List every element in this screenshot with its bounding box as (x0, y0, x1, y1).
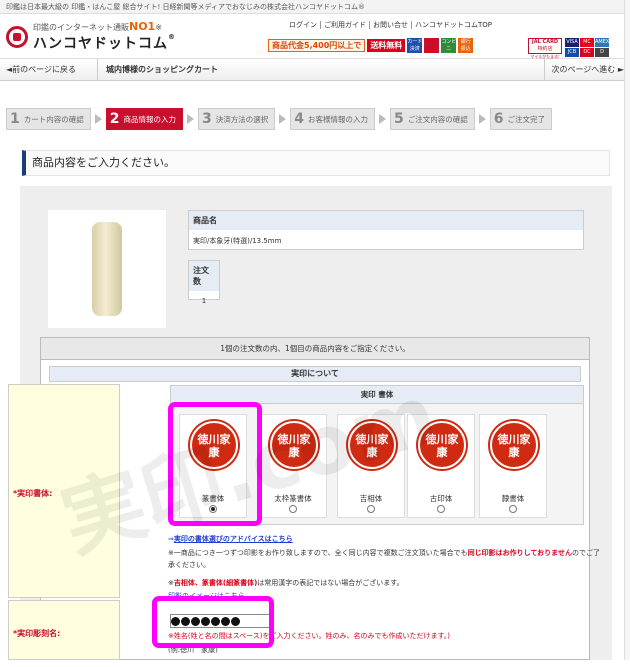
step-4: 4 お客様情報の入力 (290, 108, 375, 130)
font-advice-link[interactable]: 実印の書体選びのアドバイスはこちら (174, 535, 293, 543)
jal-card-badge: JAL CARD 特約店 マイルがたまる! (528, 38, 562, 59)
amex-icon: AMEX (595, 38, 610, 47)
visa-icon: VISA (565, 38, 579, 47)
seal-preview-icon: 徳川家康 (418, 421, 466, 469)
font-option-label: 古印体 (429, 494, 453, 503)
cart-title: 城内博様のショッピングカート (97, 59, 218, 81)
advice-row: ⇒実印の書体選びのアドバイスはこちら (168, 533, 293, 545)
step-arrow-icon (94, 114, 102, 124)
seal-preview-icon: 徳川家康 (270, 421, 318, 469)
step-arrow-icon (279, 114, 287, 124)
seal-preview-icon: 徳川家康 (348, 421, 396, 469)
next-link[interactable]: 次のページへ進む ► (544, 59, 624, 81)
logo-name: ハンコヤドットコム® (33, 33, 176, 52)
step-6: 6 ご注文完了 (489, 108, 552, 130)
note-one: ※一商品につき一つずつ印影をお作り致しますので、全く同じ内容で複数ご注文頂いた場… (168, 549, 600, 569)
font-option-futowaku[interactable]: 徳川家康 太枠篆書体 (259, 414, 327, 518)
card-brands: VISA MC AMEX JCB DC D (565, 38, 609, 57)
contact-link[interactable]: お問い合せ (369, 21, 411, 29)
page-heading: 商品内容をご入力ください。 (22, 150, 610, 176)
guide-link[interactable]: ご利用ガイド (320, 21, 369, 29)
font-label: *実印書体: (8, 384, 120, 598)
product-name-table: 商品名 実印/本象牙(特選)/13.5mm (188, 210, 584, 250)
step-arrow-icon (187, 114, 194, 124)
scrollbar[interactable] (624, 0, 630, 660)
back-link[interactable]: ◄前のページに戻る (6, 59, 76, 81)
promo-threshold: 商品代金5,400円以上で (268, 39, 366, 52)
font-radio[interactable] (437, 505, 445, 513)
font-option-kissou[interactable]: 徳川家康 吉相体 (337, 414, 405, 518)
site-header: 印鑑のインターネット通販NO1※ ハンコヤドットコム® ログイン ご利用ガイド お問… (0, 14, 630, 59)
step-5: 5 ご注文内容の確認 (390, 108, 475, 130)
logo-seal-icon (6, 25, 28, 48)
card-payment-icon: カード 決済 (407, 38, 423, 53)
name-label: *実印彫刻名: (8, 600, 120, 660)
top-link[interactable]: ハンコヤドットコムTOP (411, 21, 496, 29)
input-highlight (152, 596, 274, 648)
font-option-label: 太枠篆書体 (274, 494, 312, 503)
jcb-icon: JCB (565, 48, 579, 57)
step-arrow-icon (379, 114, 386, 124)
quantity-table: 注文数 1 (188, 260, 220, 305)
diners-icon: D (595, 48, 609, 57)
font-option-koin[interactable]: 徳川家康 古印体 (407, 414, 475, 518)
promo-area: 商品代金5,400円以上で 送料無料 カード 決済 代金 引換 コンビニ 決済 銀行振… (268, 38, 474, 59)
seal-preview-icon: 徳川家康 (490, 421, 538, 469)
selection-highlight (168, 402, 262, 526)
section-title: 実印について (49, 366, 581, 382)
site-top-strip: 印鑑は日本最大級の 印鑑・はんこ屋 総合サイト! 日経新聞等メディアでおなじみの… (0, 0, 630, 14)
font-radio[interactable] (509, 505, 517, 513)
mastercard-icon: MC (580, 38, 594, 47)
checkout-steps: 1 カート内容の確認 2 商品情報の入力 3 決済方法の選択 4 お客様情報の入力 5ご… (6, 108, 552, 130)
convenience-payment-icon: コンビニ 決済 (441, 38, 457, 59)
hanko-stamp-icon (92, 222, 122, 316)
site-logo[interactable]: 印鑑のインターネット通販NO1※ ハンコヤドットコム® (6, 20, 176, 53)
form-caption: 1個の注文数の内、1個目の商品内容をご指定ください。 (41, 338, 589, 360)
step-2: 2 商品情報の入力 (105, 108, 183, 130)
font-option-reisho[interactable]: 徳川家康 隷書体 (479, 414, 547, 518)
font-option-label: 隷書体 (501, 494, 525, 503)
cod-payment-icon: 代金 引換 (424, 38, 440, 53)
font-radio[interactable] (289, 505, 297, 513)
product-name-value: 実印/本象牙(特選)/13.5mm (193, 237, 282, 245)
step-3: 3 決済方法の選択 (198, 108, 276, 130)
login-link[interactable]: ログイン (286, 21, 320, 29)
cart-nav-bar: ◄前のページに戻る 城内博様のショッピングカート 次のページへ進む ► (0, 59, 630, 81)
quantity-value: 1 (201, 297, 207, 305)
step-arrow-icon (478, 114, 486, 124)
note-two: ※吉相体、篆書体(細篆書体)は常用漢字の表記ではない場合がございます。 (168, 579, 404, 587)
logo-tagline: 印鑑のインターネット通販NO1※ (33, 20, 162, 33)
product-name-label: 商品名 (189, 211, 583, 230)
free-shipping-badge: 送料無料 (367, 39, 406, 52)
product-image (48, 210, 166, 328)
bank-payment-icon: 銀行 振込 (458, 38, 474, 53)
quantity-label: 注文数 (189, 261, 219, 291)
header-links: ログイン ご利用ガイド お問い合せ ハンコヤドットコムTOP (286, 20, 496, 30)
top-strip-text: 印鑑は日本最大級の 印鑑・はんこ屋 総合サイト! 日経新聞等メディアでおなじみの… (6, 3, 365, 11)
font-radio[interactable] (367, 505, 375, 513)
dc-icon: DC (580, 48, 594, 57)
step-1: 1 カート内容の確認 (6, 108, 91, 130)
font-option-label: 吉相体 (359, 494, 383, 503)
